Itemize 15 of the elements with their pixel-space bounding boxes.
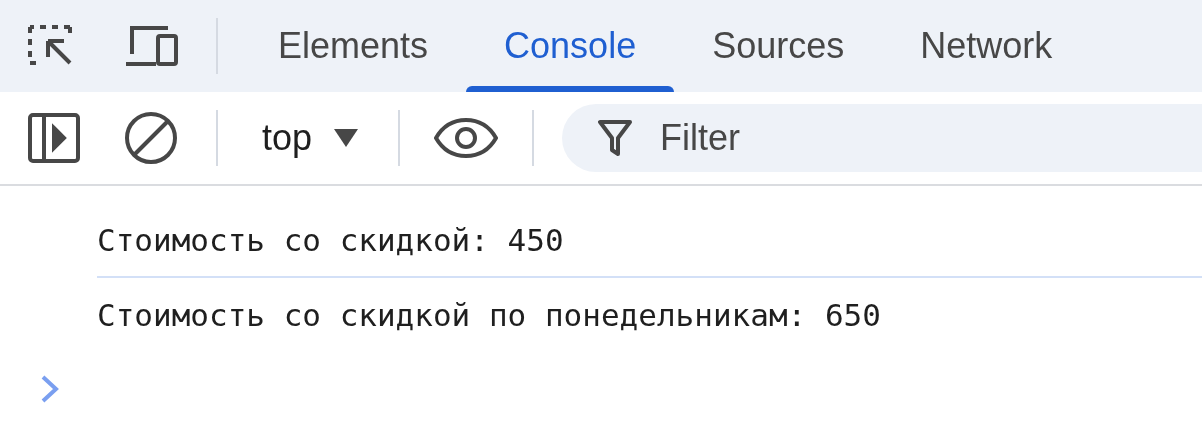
context-dropdown[interactable]: top (218, 108, 399, 168)
filter-field[interactable]: Filter (562, 104, 1202, 172)
console-message: Стоимость со скидкой по понедельникам: 650 (97, 296, 882, 335)
tab[interactable]: Sources (674, 0, 883, 92)
tab[interactable]: Network (882, 0, 1091, 92)
eye-icon[interactable] (434, 118, 499, 158)
caret-icon (334, 129, 359, 147)
tab[interactable]: Elements (240, 0, 467, 92)
block-icon[interactable] (124, 111, 178, 165)
tab[interactable]: Console (466, 0, 675, 92)
prompt-icon (40, 374, 60, 404)
filter-icon (598, 120, 633, 156)
sidebar-icon[interactable] (28, 113, 80, 163)
console-message: Стоимость со скидкой: 450 (97, 204, 1202, 278)
device-icon[interactable] (124, 24, 180, 68)
